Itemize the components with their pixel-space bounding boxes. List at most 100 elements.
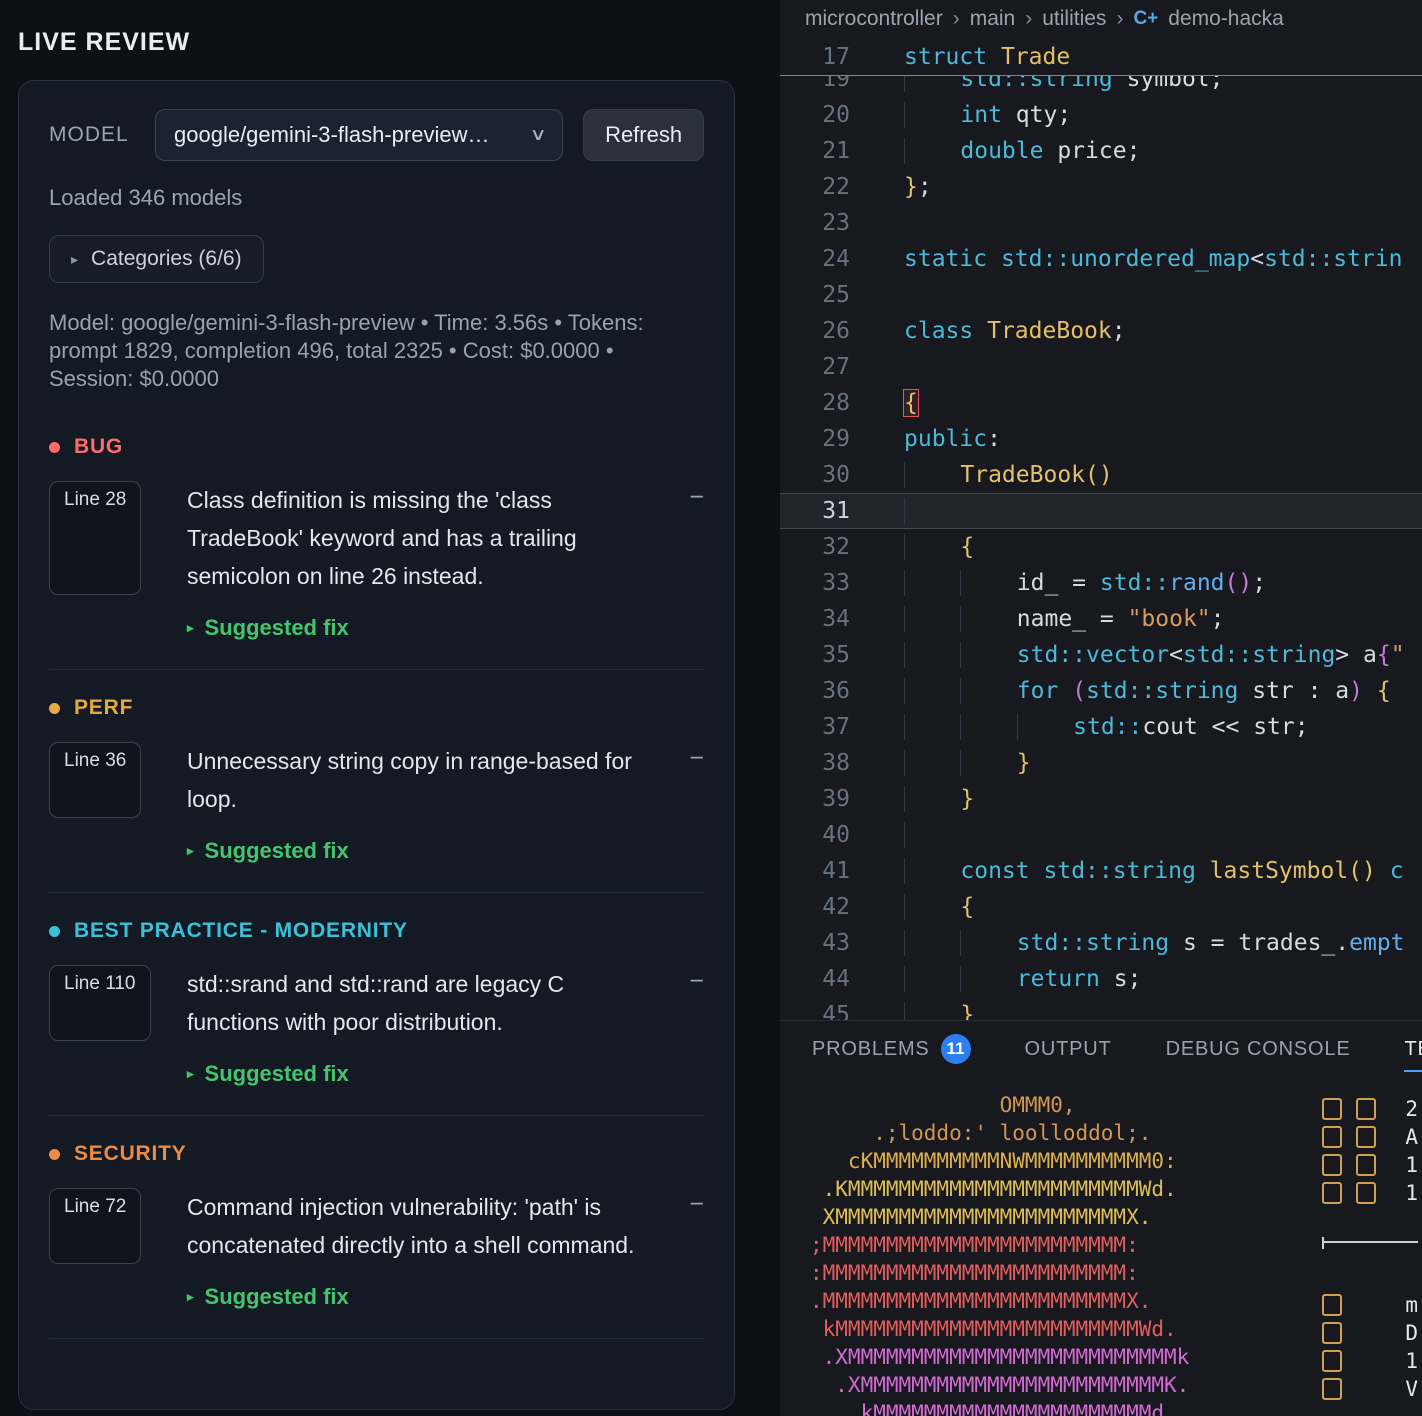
sticky-scroll-line[interactable]: 17 struct Trade	[780, 38, 1422, 76]
code-token: TradeBook()	[960, 462, 1113, 488]
code-token: ;	[917, 174, 932, 200]
code-line[interactable]: 45 }	[780, 997, 1422, 1020]
code-line[interactable]: 21 double price;	[780, 133, 1422, 169]
code-line[interactable]: 33 id_ = std::rand();	[780, 565, 1422, 601]
line-badge[interactable]: Line 28	[49, 481, 142, 595]
tab-output[interactable]: OUTPUT	[1025, 1021, 1112, 1077]
code-line[interactable]: 32 {	[780, 529, 1422, 565]
code-token: std::strin	[1264, 246, 1403, 272]
code-token: {	[1376, 642, 1391, 668]
breadcrumb-item[interactable]: utilities	[1042, 7, 1106, 31]
suggested-fix-toggle[interactable]: ▸ Suggested fix	[187, 1284, 704, 1310]
collapse-button[interactable]: −	[678, 1188, 704, 1264]
code-line[interactable]: 36 for (std::string str : a) {	[780, 673, 1422, 709]
code-line[interactable]: 30 TradeBook()	[780, 457, 1422, 493]
line-number[interactable]: 32	[780, 529, 850, 565]
code-line[interactable]: 23	[780, 205, 1422, 241]
line-number[interactable]: 39	[780, 781, 850, 817]
tab-problems[interactable]: PROBLEMS 11	[812, 1021, 971, 1077]
code-line[interactable]: 42 {	[780, 889, 1422, 925]
suggested-fix-toggle[interactable]: ▸ Suggested fix	[187, 615, 704, 641]
line-number[interactable]: 34	[780, 601, 850, 637]
line-number[interactable]: 19	[780, 76, 850, 97]
code-line[interactable]: 34 name_ = "book";	[780, 601, 1422, 637]
line-number[interactable]: 40	[780, 817, 850, 853]
code-line[interactable]: 43 std::string s = trades_.empt	[780, 925, 1422, 961]
line-number[interactable]: 22	[780, 169, 850, 205]
line-number[interactable]: 38	[780, 745, 850, 781]
indent-guide	[904, 642, 961, 668]
code-token: s = trades_.	[1169, 930, 1350, 956]
code-area[interactable]: 19 std::string symbol; 20 int qty; 21 doub…	[780, 76, 1422, 1020]
line-number[interactable]: 43	[780, 925, 850, 961]
model-select[interactable]: google/gemini-3-flash-preview… ∨	[155, 109, 564, 161]
code-line[interactable]: 19 std::string symbol;	[780, 76, 1422, 97]
code-line[interactable]: 25	[780, 277, 1422, 313]
line-number[interactable]: 44	[780, 961, 850, 997]
line-number[interactable]: 45	[780, 997, 850, 1020]
code-line-content: id_ = std::rand();	[850, 565, 1422, 601]
breadcrumb-file[interactable]: demo-hacka	[1168, 7, 1284, 31]
code-line[interactable]: 20 int qty;	[780, 97, 1422, 133]
line-number[interactable]: 23	[780, 205, 850, 241]
info-text: D	[1405, 1321, 1418, 1345]
tab-te[interactable]: TE	[1404, 1021, 1422, 1077]
breadcrumb-item[interactable]: main	[970, 7, 1016, 31]
collapse-button[interactable]: −	[678, 742, 704, 818]
line-number[interactable]: 29	[780, 421, 850, 457]
glyph-box-icon	[1322, 1182, 1342, 1204]
code-line[interactable]: 27	[780, 349, 1422, 385]
line-number[interactable]: 20	[780, 97, 850, 133]
line-number[interactable]: 27	[780, 349, 850, 385]
line-number[interactable]: 24	[780, 241, 850, 277]
line-badge[interactable]: Line 72	[49, 1188, 142, 1264]
code-line[interactable]: 28 {	[780, 385, 1422, 421]
breadcrumb-item[interactable]: microcontroller	[805, 7, 943, 31]
suggested-fix-label: Suggested fix	[204, 1284, 349, 1309]
terminal[interactable]: OMMM0, .;loddo:' loolloddol;. cKMMMMMMMM…	[780, 1077, 1422, 1416]
suggested-fix-toggle[interactable]: ▸ Suggested fix	[187, 838, 704, 864]
code-line[interactable]: 29 public:	[780, 421, 1422, 457]
line-number[interactable]: 21	[780, 133, 850, 169]
line-number[interactable]: 33	[780, 565, 850, 601]
current-code-line[interactable]: 31	[780, 493, 1422, 529]
refresh-button[interactable]: Refresh	[583, 109, 704, 161]
code-line[interactable]: 26 class TradeBook;	[780, 313, 1422, 349]
line-number[interactable]: 30	[780, 457, 850, 493]
category-dot-icon	[49, 441, 60, 453]
issue-section: BEST PRACTICE - MODERNITY Line 110 std::sr…	[49, 893, 704, 1116]
model-stats-text: Model: google/gemini-3-flash-preview • T…	[49, 310, 644, 391]
code-line[interactable]: 22};	[780, 169, 1422, 205]
code-line[interactable]: 40	[780, 817, 1422, 853]
suggested-fix-toggle[interactable]: ▸ Suggested fix	[187, 1061, 704, 1087]
line-number[interactable]: 37	[780, 709, 850, 745]
line-number[interactable]: 36	[780, 673, 850, 709]
code-line[interactable]: 35 std::vector<std::string> a{"	[780, 637, 1422, 673]
code-line[interactable]: 39 }	[780, 781, 1422, 817]
code-line-content: std::vector<std::string> a{"	[850, 637, 1422, 673]
code-line[interactable]: 44 return s;	[780, 961, 1422, 997]
line-number[interactable]: 26	[780, 313, 850, 349]
code-line[interactable]: 24 static std::unordered_map<std::strin	[780, 241, 1422, 277]
issue-row: Line 28 Class definition is missing the '…	[49, 481, 704, 595]
line-number[interactable]: 25	[780, 277, 850, 313]
tab-debug-console[interactable]: DEBUG CONSOLE	[1166, 1021, 1351, 1077]
code-line[interactable]: 37 std::cout << str;	[780, 709, 1422, 745]
line-number[interactable]: 28	[780, 385, 850, 421]
collapse-button[interactable]: −	[678, 481, 704, 595]
line-number[interactable]: 41	[780, 853, 850, 889]
indent-guide	[904, 966, 961, 992]
line-number[interactable]: 31	[780, 493, 850, 529]
collapse-button[interactable]: −	[678, 965, 704, 1041]
line-number[interactable]: 42	[780, 889, 850, 925]
line-number[interactable]: 35	[780, 637, 850, 673]
code-line[interactable]: 38 }	[780, 745, 1422, 781]
line-badge[interactable]: Line 36	[49, 742, 142, 818]
code-line[interactable]: 41 const std::string lastSymbol() c	[780, 853, 1422, 889]
categories-toggle[interactable]: ▸ Categories (6/6)	[49, 235, 264, 283]
code-token: std::string	[1086, 678, 1239, 704]
line-badge[interactable]: Line 110	[49, 965, 151, 1041]
model-select-value: google/gemini-3-flash-preview…	[174, 122, 490, 147]
